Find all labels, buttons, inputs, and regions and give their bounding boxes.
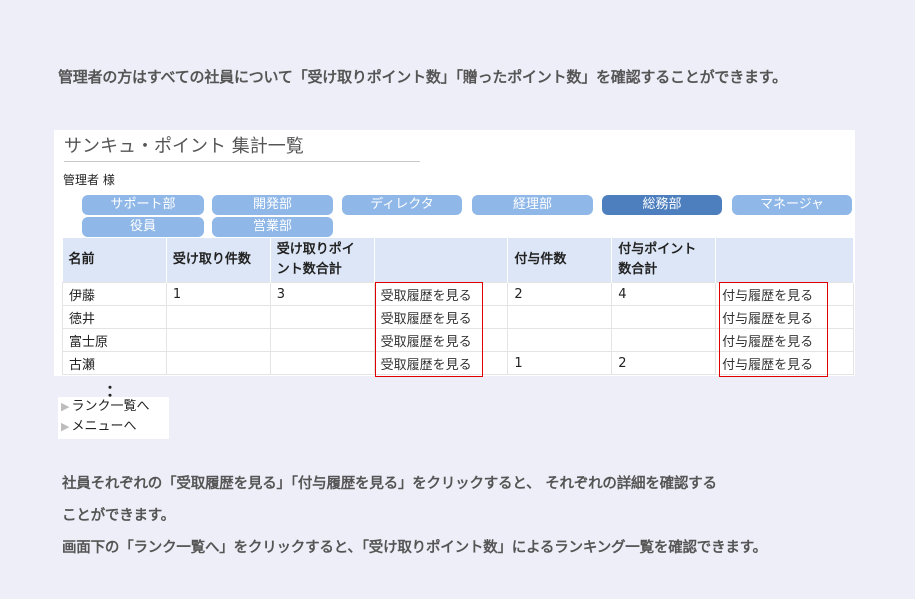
dept-button-director[interactable]: ディレクタ xyxy=(342,195,462,215)
triangle-right-icon: ▶ xyxy=(61,400,70,413)
page-title: サンキュ・ポイント 集計一覧 xyxy=(64,132,420,162)
dept-button-accounting[interactable]: 経理部 xyxy=(472,195,593,215)
cell-received-points xyxy=(269,351,375,375)
menu-label: メニューへ xyxy=(71,419,137,434)
table-row: 富士原 受取履歴を見る 付与履歴を見る xyxy=(62,328,854,352)
header-given-history xyxy=(715,238,854,283)
given-history-link[interactable]: 付与履歴を見る xyxy=(722,289,813,304)
header-given-count: 付与件数 xyxy=(507,238,613,283)
cell-name: 徳井 xyxy=(62,305,167,329)
cell-received-count xyxy=(165,305,271,329)
rank-list-label: ランク一覧へ xyxy=(71,399,150,414)
menu-link[interactable]: ▶ メニューへ xyxy=(58,417,169,437)
cell-given-points xyxy=(611,305,717,329)
cell-received-count xyxy=(165,351,271,375)
note-line-2: ことができます。 xyxy=(62,507,175,524)
cell-given-points: 2 xyxy=(611,351,717,375)
dept-button-general-affairs[interactable]: 総務部 xyxy=(602,195,722,215)
cell-received-count: 1 xyxy=(165,282,271,306)
table-row: 古瀬 受取履歴を見る 1 2 付与履歴を見る xyxy=(62,351,854,375)
cell-received-points: 3 xyxy=(269,282,375,306)
table-header-row: 名前 受け取り件数 受け取りポイント数合計 付与件数 付与ポイント数合計 xyxy=(62,238,854,283)
cell-given-points xyxy=(611,328,717,352)
points-summary-table: 名前 受け取り件数 受け取りポイント数合計 付与件数 付与ポイント数合計 伊藤 … xyxy=(62,238,854,375)
cell-given-count xyxy=(507,305,613,329)
dept-button-support[interactable]: サポート部 xyxy=(82,195,204,215)
dept-button-manager[interactable]: マネージャ xyxy=(732,195,852,215)
note-line-3: 画面下の「ランク一覧へ」をクリックすると、「受け取りポイント数」によるランキング… xyxy=(62,539,767,556)
cell-received-points xyxy=(269,328,375,352)
given-history-link[interactable]: 付与履歴を見る xyxy=(722,312,813,327)
rank-list-link[interactable]: ▶ ランク一覧へ xyxy=(58,397,169,417)
intro-text: 管理者の方はすべての社員について「受け取りポイント数」「贈ったポイント数」を確認… xyxy=(58,68,787,86)
table-row: 徳井 受取履歴を見る 付与履歴を見る xyxy=(62,305,854,329)
cell-name: 伊藤 xyxy=(62,282,167,306)
dept-button-sales[interactable]: 営業部 xyxy=(212,217,333,237)
given-history-link[interactable]: 付与履歴を見る xyxy=(722,335,813,350)
header-received-history xyxy=(374,238,509,283)
header-received-points: 受け取りポイント数合計 xyxy=(270,238,375,283)
cell-name: 富士原 xyxy=(62,328,167,352)
header-given-points: 付与ポイント数合計 xyxy=(611,238,717,283)
triangle-right-icon: ▶ xyxy=(61,420,70,433)
received-history-link[interactable]: 受取履歴を見る xyxy=(381,289,472,304)
received-history-link[interactable]: 受取履歴を見る xyxy=(381,312,472,327)
dept-button-executive[interactable]: 役員 xyxy=(82,217,204,237)
dept-button-development[interactable]: 開発部 xyxy=(212,195,333,215)
summary-panel: サンキュ・ポイント 集計一覧 管理者 様 サポート部 開発部 ディレクタ 経理部… xyxy=(54,130,855,377)
header-received-count: 受け取り件数 xyxy=(166,238,271,283)
cell-given-count: 1 xyxy=(507,351,613,375)
given-history-link[interactable]: 付与履歴を見る xyxy=(722,358,813,373)
received-history-link[interactable]: 受取履歴を見る xyxy=(381,358,472,373)
bottom-nav: ▶ ランク一覧へ ▶ メニューへ xyxy=(58,397,169,439)
cell-given-points: 4 xyxy=(611,282,717,306)
cell-given-count: 2 xyxy=(507,282,613,306)
user-label: 管理者 様 xyxy=(63,173,115,187)
cell-received-points xyxy=(269,305,375,329)
note-line-1: 社員それぞれの「受取履歴を見る」「付与履歴を見る」をクリックすると、 それぞれの… xyxy=(62,475,717,492)
cell-given-count xyxy=(507,328,613,352)
cell-received-count xyxy=(165,328,271,352)
table-row: 伊藤 1 3 受取履歴を見る 2 4 付与履歴を見る xyxy=(62,282,854,306)
received-history-link[interactable]: 受取履歴を見る xyxy=(381,335,472,350)
header-name: 名前 xyxy=(62,238,167,283)
cell-name: 古瀬 xyxy=(62,351,167,375)
